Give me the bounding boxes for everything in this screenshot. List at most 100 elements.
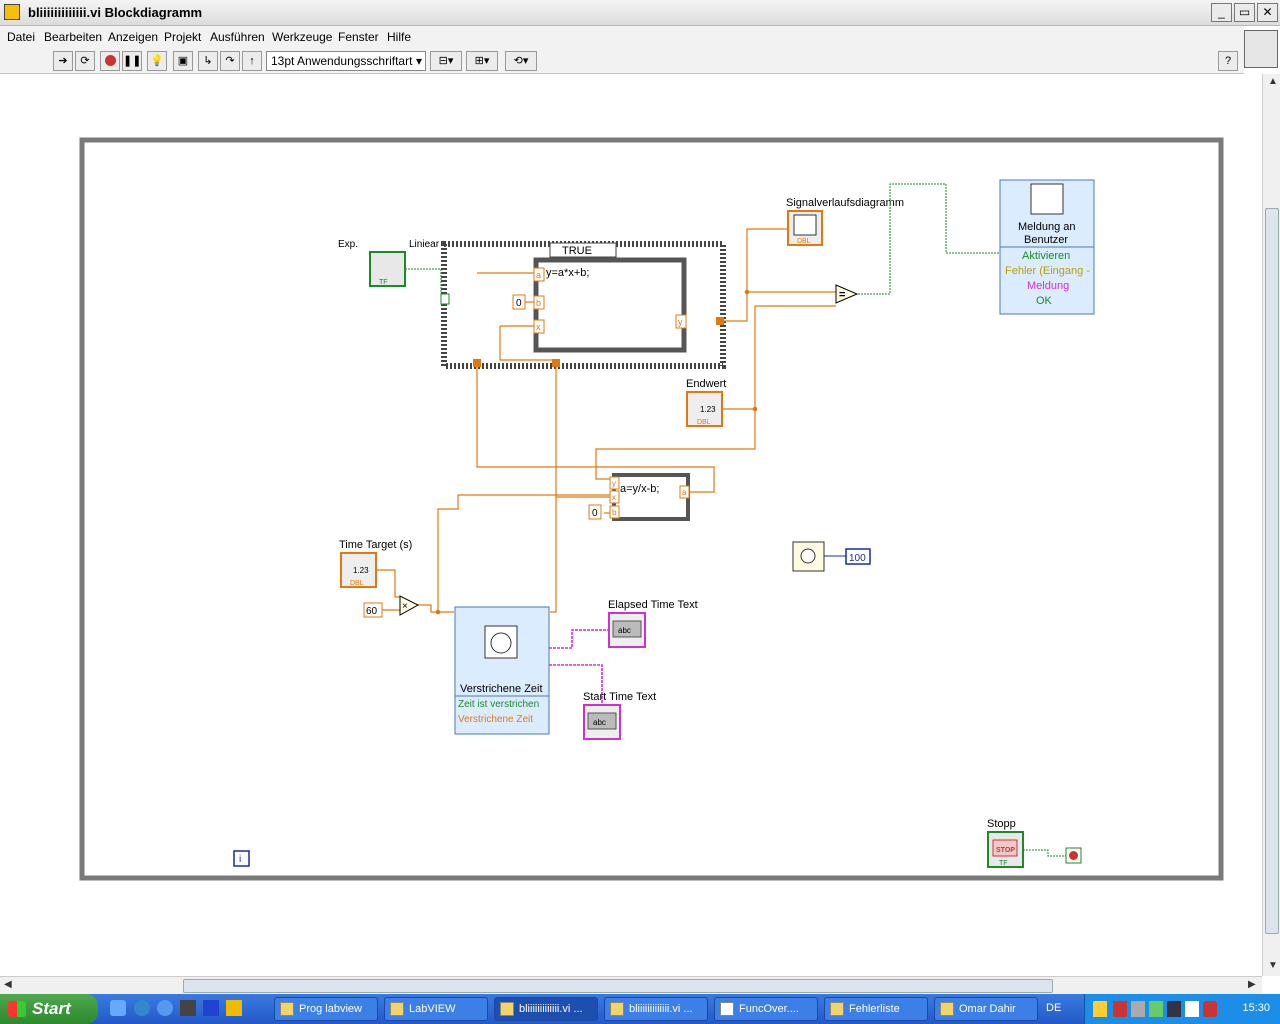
task-vi-panel[interactable]: bliiiiiiiiiiiii.vi ...	[604, 997, 708, 1021]
block-diagram-canvas[interactable]: TRUE y=a*x+b; a b x y 0 TF Exp. Liniear	[0, 74, 1262, 976]
stop-button-text: STOP	[996, 847, 1015, 854]
tray-icon-2[interactable]	[1113, 1001, 1127, 1017]
exp-tf-tag: TF	[379, 279, 388, 286]
run-continuously-icon[interactable]: ⟳	[75, 51, 95, 71]
endwert-label: Endwert	[686, 378, 726, 390]
tray-icon-6[interactable]	[1185, 1001, 1199, 1017]
quicklaunch-icon-6[interactable]	[226, 1000, 242, 1016]
task-omar-dahir[interactable]: Omar Dahir	[934, 997, 1038, 1021]
menu-werkzeuge[interactable]: Werkzeuge	[272, 30, 332, 44]
formula-1-input-a-label: a	[536, 270, 541, 280]
task-labview[interactable]: LabVIEW	[384, 997, 488, 1021]
iteration-terminal[interactable]	[233, 850, 250, 867]
endwert-value: 1.23	[700, 405, 716, 414]
task-funcover[interactable]: FuncOver....	[714, 997, 818, 1021]
menu-bearbeiten[interactable]: Bearbeiten	[44, 30, 102, 44]
shield-icon[interactable]	[1093, 1001, 1107, 1017]
start-abc-text: abc	[593, 718, 606, 727]
case-selector-label: TRUE	[562, 245, 592, 257]
dialog-row-meldung: Meldung	[1027, 280, 1069, 292]
multiply-symbol: ×	[402, 601, 408, 612]
restore-button[interactable]: ▭	[1234, 3, 1255, 22]
highlight-execution-icon[interactable]: 💡	[147, 51, 167, 71]
start-button[interactable]: Start	[0, 994, 98, 1024]
vi-connector-icon[interactable]	[1244, 30, 1278, 68]
formula-2-input-b-label: b	[612, 508, 617, 517]
stop-wire	[1023, 849, 1066, 857]
scroll-up-icon[interactable]: ▲	[1268, 76, 1278, 87]
menu-anzeigen[interactable]: Anzeigen	[108, 30, 158, 44]
tray-icon-3[interactable]	[1131, 1001, 1145, 1017]
tray-icon-5[interactable]	[1167, 1001, 1181, 1017]
stop-tf-tag: TF	[999, 860, 1008, 867]
iteration-label: i	[239, 854, 241, 865]
scroll-down-icon[interactable]: ▼	[1268, 960, 1278, 971]
dialog-title-1: Meldung an	[1018, 221, 1076, 233]
quicklaunch-icon-1[interactable]	[110, 1000, 126, 1016]
window-titlebar[interactable]: bliiiiiiiiiiiii.vi Blockdiagramm _ ▭ ✕	[0, 0, 1280, 26]
dialog-row-aktivieren: Aktivieren	[1022, 250, 1070, 262]
quicklaunch-icon-4[interactable]	[180, 1000, 196, 1016]
vertical-scroll-thumb[interactable]	[1265, 208, 1279, 934]
chart-dbl-tag: DBL	[797, 238, 811, 245]
vertical-scrollbar[interactable]: ▲ ▼	[1262, 74, 1280, 976]
formula-node-2[interactable]	[612, 473, 690, 521]
pdf-icon	[720, 1002, 734, 1016]
quicklaunch-icon-3[interactable]	[157, 1000, 173, 1016]
help-button[interactable]: ?	[1218, 51, 1238, 71]
tray-icon-4[interactable]	[1149, 1001, 1163, 1017]
font-select[interactable]: 13pt Anwendungsschriftart ▾	[266, 51, 426, 71]
abort-icon[interactable]	[100, 51, 120, 71]
reorder-icon[interactable]: ⟲▾	[505, 51, 537, 71]
menu-projekt[interactable]: Projekt	[164, 30, 201, 44]
menu-ausfuehren[interactable]: Ausführen	[210, 30, 265, 44]
wire-junction-2	[752, 406, 758, 412]
formula-2-text: a=y/x-b;	[620, 483, 659, 495]
close-button[interactable]: ✕	[1257, 3, 1278, 22]
formula-2-input-y-label: y	[612, 479, 616, 488]
retain-wire-values-icon[interactable]: ▣	[173, 51, 193, 71]
folder-icon-2	[940, 1002, 954, 1016]
internet-explorer-icon[interactable]	[134, 1000, 150, 1016]
vi-icon-2	[610, 1002, 624, 1016]
vi-icon	[500, 1002, 514, 1016]
step-out-icon[interactable]: ↑	[242, 51, 262, 71]
menu-bar: Datei Bearbeiten Anzeigen Projekt Ausfüh…	[0, 26, 1244, 48]
horizontal-scrollbar[interactable]: ◀ ▶	[0, 976, 1262, 994]
scroll-right-icon[interactable]: ▶	[1248, 979, 1256, 990]
run-arrow-icon[interactable]: ➔	[53, 51, 73, 71]
quicklaunch-icon-5[interactable]	[203, 1000, 219, 1016]
pause-icon[interactable]: ❚❚	[122, 51, 142, 71]
align-objects-icon[interactable]: ⊟▾	[430, 51, 462, 71]
windows-logo-icon	[8, 1001, 26, 1017]
clock[interactable]: 15:30	[1242, 1002, 1270, 1014]
distribute-objects-icon[interactable]: ⊞▾	[466, 51, 498, 71]
menu-datei[interactable]: Datei	[7, 30, 35, 44]
const-zero-2-text: 0	[592, 508, 598, 519]
folder-icon	[280, 1002, 294, 1016]
labview-app-icon	[4, 4, 20, 20]
compare-symbol: =	[839, 289, 845, 301]
labview-icon	[390, 1002, 404, 1016]
task-prog-labview[interactable]: Prog labview	[274, 997, 378, 1021]
language-indicator[interactable]: DE	[1046, 1002, 1061, 1014]
stop-condition-icon	[1069, 851, 1078, 860]
minimize-button[interactable]: _	[1211, 3, 1232, 22]
menu-hilfe[interactable]: Hilfe	[387, 30, 411, 44]
chart-icon	[793, 214, 817, 236]
dialog-person-icon	[1030, 183, 1064, 215]
liniear-label: Liniear	[409, 239, 440, 250]
menu-fenster[interactable]: Fenster	[338, 30, 379, 44]
stop-label: Stopp	[987, 818, 1016, 830]
security-icon[interactable]	[1203, 1001, 1217, 1017]
exp-wire	[405, 268, 442, 299]
step-into-icon[interactable]: ↳	[198, 51, 218, 71]
case-output-tunnel	[716, 317, 724, 325]
formula-1-input-b-label: b	[536, 298, 541, 308]
task-fehlerliste[interactable]: Fehlerliste	[824, 997, 928, 1021]
diagram-svg: TRUE y=a*x+b; a b x y 0 TF Exp. Liniear	[79, 137, 1224, 881]
task-vi-diagram[interactable]: bliiiiiiiiiiiii.vi ...	[494, 997, 598, 1021]
step-over-icon[interactable]: ↷	[220, 51, 240, 71]
scroll-left-icon[interactable]: ◀	[4, 979, 12, 990]
horizontal-scroll-thumb[interactable]	[183, 979, 1053, 993]
